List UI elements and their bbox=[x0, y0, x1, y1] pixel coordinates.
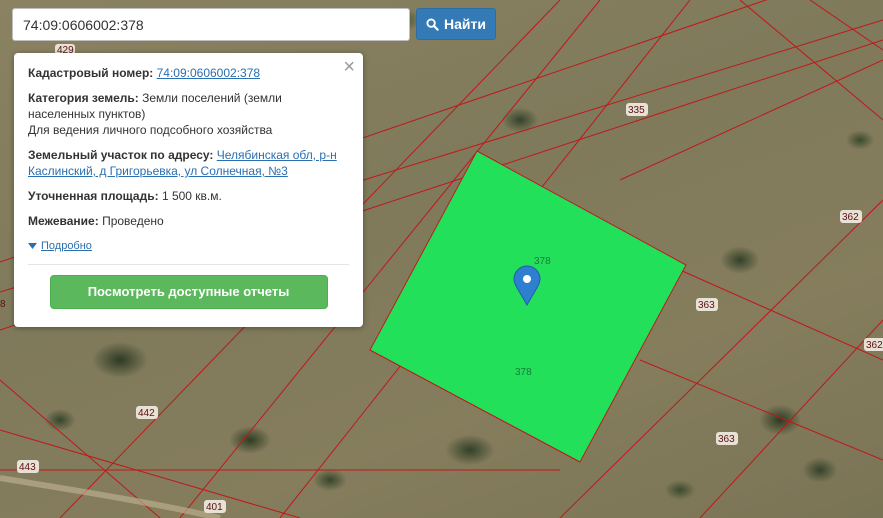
search-icon bbox=[426, 17, 439, 31]
area-value: 1 500 кв.м. bbox=[161, 189, 222, 203]
cadastral-number-link[interactable]: 74:09:0606002:378 bbox=[157, 66, 260, 80]
address-label: Земельный участок по адресу: bbox=[28, 148, 214, 162]
address-link[interactable]: Челябинская обл, р-н bbox=[217, 148, 337, 162]
cadastral-number-row: Кадастровый номер: 74:09:0606002:378 bbox=[28, 65, 349, 81]
selected-parcel bbox=[369, 150, 687, 463]
parcel-label: 335 bbox=[628, 105, 645, 116]
details-toggle-label: Подробно bbox=[41, 240, 92, 252]
area-label: Уточненная площадь: bbox=[28, 189, 159, 203]
cadastral-number-label: Кадастровый номер: bbox=[28, 66, 154, 80]
address-link-cont[interactable]: Каслинский, д Григорьевка, ул Солнечная,… bbox=[28, 164, 288, 178]
parcel-label: 362 bbox=[842, 212, 859, 223]
survey-row: Межевание: Проведено bbox=[28, 213, 349, 229]
caret-down-icon bbox=[28, 243, 37, 249]
parcel-label: 443 bbox=[19, 462, 36, 473]
parcel-label: 378 bbox=[515, 367, 532, 378]
map-view[interactable]: 429 335 362 378 378 363 363 362 442 443 … bbox=[0, 0, 883, 518]
parcel-label: 442 bbox=[138, 408, 155, 419]
search-input[interactable] bbox=[12, 8, 410, 41]
search-button[interactable]: Найти bbox=[416, 8, 496, 40]
parcel-label: 363 bbox=[718, 434, 735, 445]
parcel-label: 401 bbox=[206, 502, 223, 513]
land-category-value-cont: населенных пунктов) bbox=[28, 107, 146, 121]
land-category-row: Категория земель: Земли поселений (земли… bbox=[28, 90, 349, 138]
details-toggle[interactable]: Подробно bbox=[28, 238, 349, 254]
parcel-label: 362 bbox=[866, 340, 883, 351]
survey-value: Проведено bbox=[102, 214, 164, 228]
parcel-label: 378 bbox=[534, 256, 551, 267]
close-icon[interactable]: × bbox=[343, 57, 355, 77]
survey-label: Межевание: bbox=[28, 214, 99, 228]
divider bbox=[28, 264, 349, 265]
land-use-value: Для ведения личного подсобного хозяйства bbox=[28, 123, 273, 137]
parcel-label: 8 bbox=[0, 299, 6, 310]
land-category-value: Земли поселений (земли bbox=[142, 91, 282, 105]
search-button-label: Найти bbox=[444, 16, 486, 32]
address-row: Земельный участок по адресу: Челябинская… bbox=[28, 147, 349, 179]
area-row: Уточненная площадь: 1 500 кв.м. bbox=[28, 188, 349, 204]
view-reports-button[interactable]: Посмотреть доступные отчеты bbox=[49, 275, 328, 309]
parcel-label: 363 bbox=[698, 300, 715, 311]
parcel-info-popup: × Кадастровый номер: 74:09:0606002:378 К… bbox=[14, 53, 363, 327]
land-category-label: Категория земель: bbox=[28, 91, 139, 105]
